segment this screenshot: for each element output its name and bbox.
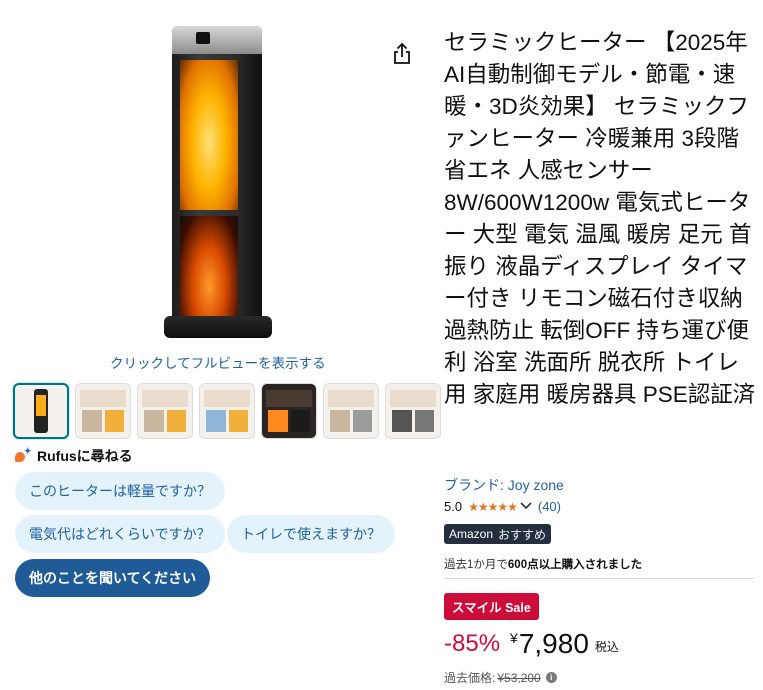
heater-glow xyxy=(180,60,238,210)
discount-percent: -85% xyxy=(444,630,501,657)
thumbnail-4[interactable] xyxy=(199,383,255,439)
heater-base xyxy=(164,316,272,338)
rufus-chip-electricity[interactable]: 電気代はどれくらいですか？ xyxy=(15,515,225,553)
list-price-row: 過去価格: ¥53,200 i xyxy=(444,669,557,686)
heater-flame xyxy=(180,216,238,316)
rufus-heading: ✦ Rufusに尋ねる xyxy=(15,446,133,466)
divider xyxy=(444,578,754,579)
amazon-choice-badge: Amazon おすすめ xyxy=(444,524,552,544)
heater-top-panel xyxy=(172,26,262,54)
list-price-label: 過去価格: xyxy=(444,671,496,685)
price-value: 7,980 xyxy=(518,628,589,659)
share-icon[interactable] xyxy=(392,42,412,66)
brand-link[interactable]: ブランド: Joy zone xyxy=(444,475,564,495)
rufus-title-text: Rufusに尋ねる xyxy=(37,448,133,464)
star-rating-icon[interactable]: ★★★★★ xyxy=(468,500,518,514)
info-icon[interactable]: i xyxy=(545,672,557,683)
rating-row: 5.0 ★★★★★ (40) xyxy=(444,499,561,514)
rufus-ask-more-button[interactable]: 他のことを聞いてください xyxy=(15,559,211,597)
thumbnail-1[interactable] xyxy=(13,383,69,439)
thumbnail-6[interactable] xyxy=(323,383,379,439)
product-main-image[interactable] xyxy=(160,26,280,346)
heater-display xyxy=(196,32,210,44)
list-price-value: ¥53,200 xyxy=(497,670,541,685)
rating-value: 5.0 xyxy=(444,499,463,514)
rufus-chip-toilet[interactable]: トイレで使えますか？ xyxy=(227,515,395,553)
rufus-logo-icon: ✦ xyxy=(15,446,33,464)
tax-label: 税込 xyxy=(594,640,619,654)
currency-symbol: ¥ xyxy=(510,630,518,646)
bought-bold: 600点以上購入されました xyxy=(507,559,643,571)
sale-badge: スマイル Sale xyxy=(444,593,539,620)
rufus-chip-weight[interactable]: このヒーターは軽量ですか？ xyxy=(15,472,225,510)
thumbnail-2[interactable] xyxy=(75,383,131,439)
price-row: -85% ¥ 7,980 税込 xyxy=(444,628,619,660)
bought-prefix: 過去1か月で xyxy=(444,559,508,571)
review-count-link[interactable]: (40) xyxy=(538,499,561,514)
fullview-link[interactable]: クリックしてフルビューを表示する xyxy=(110,352,326,372)
product-title: セラミックヒーター 【2025年AI自動制御モデル・節電・速暖・3D炎効果】 セ… xyxy=(444,30,756,407)
badge-sub-text: おすすめ xyxy=(498,527,547,542)
thumbnail-3[interactable] xyxy=(137,383,193,439)
badge-main-text: Amazon xyxy=(449,527,494,541)
thumbnail-5[interactable] xyxy=(261,383,317,439)
chevron-down-icon[interactable] xyxy=(520,501,532,513)
thumbnail-7[interactable] xyxy=(385,383,441,439)
bought-count: 過去1か月で600点以上購入されました xyxy=(444,556,642,572)
thumbnail-strip xyxy=(13,383,447,439)
